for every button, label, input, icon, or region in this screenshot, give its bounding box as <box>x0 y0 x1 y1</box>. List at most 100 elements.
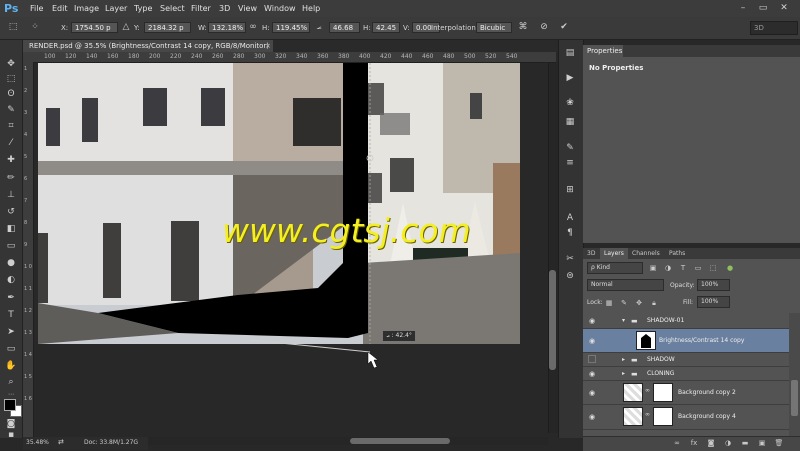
actions-play-icon[interactable]: ▶ <box>563 72 577 84</box>
link-layers-icon[interactable]: ∞ <box>671 437 683 449</box>
eyedropper-tool-icon[interactable]: ⁄ <box>4 137 18 150</box>
visibility-off-box[interactable] <box>588 355 596 363</box>
horizontal-scroll-thumb[interactable] <box>350 438 450 444</box>
cancel-transform-icon[interactable]: ⊘ <box>537 20 551 34</box>
vertical-ruler[interactable] <box>23 62 34 437</box>
lock-transparent-icon[interactable]: ▦ <box>604 298 614 308</box>
reference-point-icon[interactable]: ⁘ <box>28 20 42 34</box>
chain-link-icon[interactable]: ∞ <box>645 411 650 418</box>
horizontal-scrollbar[interactable] <box>148 437 548 445</box>
width-field[interactable]: 132.18% <box>208 22 246 33</box>
pen-tool-icon[interactable]: ✒ <box>4 292 18 305</box>
tools-icon[interactable]: ✂ <box>563 253 577 265</box>
new-group-icon[interactable]: ▬ <box>739 437 751 449</box>
workspace-select[interactable]: 3D <box>750 21 798 35</box>
clone-stamp-tool-icon[interactable]: ⊥ <box>4 189 18 202</box>
menu-window[interactable]: Window <box>264 0 296 17</box>
zoom-level[interactable]: 35.48% <box>26 438 49 448</box>
visibility-eye-icon[interactable]: ◉ <box>587 336 597 346</box>
lock-image-icon[interactable]: ✎ <box>619 298 629 308</box>
menu-file[interactable]: File <box>30 0 43 17</box>
document-tab[interactable]: RENDER.psd @ 35.5% (Brightness/Contrast … <box>23 40 273 62</box>
menu-view[interactable]: View <box>238 0 257 17</box>
menu-image[interactable]: Image <box>74 0 99 17</box>
close-window-button[interactable]: ✕ <box>776 1 792 15</box>
filter-shape-icon[interactable]: ▭ <box>692 263 704 273</box>
menu-help[interactable]: Help <box>302 0 320 17</box>
hand-tool-icon[interactable]: ✋ <box>4 360 18 373</box>
layer-row[interactable] <box>583 353 789 367</box>
healing-brush-tool-icon[interactable]: ✚ <box>4 154 18 167</box>
lock-position-icon[interactable]: ✥ <box>634 298 644 308</box>
tab-layers[interactable]: Layers <box>600 248 628 259</box>
layers-scrollbar[interactable] <box>789 313 800 436</box>
history-icon[interactable]: ▤ <box>563 47 577 59</box>
quick-select-tool-icon[interactable]: ✎ <box>4 104 18 117</box>
brush-settings-icon[interactable]: ✎ <box>563 142 577 154</box>
swatches-icon[interactable]: ❀ <box>563 97 577 109</box>
layers-scroll-thumb[interactable] <box>791 380 798 416</box>
history-brush-tool-icon[interactable]: ↺ <box>4 206 18 219</box>
commit-transform-icon[interactable]: ✔ <box>557 20 571 34</box>
y-field[interactable]: 2184.32 p <box>144 22 191 33</box>
fill-field[interactable]: 100% <box>697 296 730 308</box>
move-tool-icon[interactable]: ✥ <box>4 58 18 71</box>
visibility-eye-icon[interactable]: ◉ <box>587 388 597 398</box>
add-mask-icon[interactable]: ◙ <box>705 437 717 449</box>
foreground-color-swatch[interactable] <box>4 399 16 411</box>
brush-tool-icon[interactable]: ✏ <box>4 172 18 185</box>
adjustments-icon[interactable]: ≡ <box>563 157 577 169</box>
tab-3d[interactable]: 3D <box>583 248 599 259</box>
styles-icon[interactable]: ⊞ <box>563 184 577 196</box>
blend-mode-select[interactable]: Normal <box>587 279 664 291</box>
layer-style-icon[interactable]: fx <box>688 437 700 449</box>
path-selection-tool-icon[interactable]: ➤ <box>4 326 18 339</box>
opacity-field[interactable]: 100% <box>697 279 730 291</box>
new-adjustment-icon[interactable]: ◑ <box>722 437 734 449</box>
menu-edit[interactable]: Edit <box>52 0 68 17</box>
hskew-field[interactable]: 42.45 <box>372 22 400 33</box>
lasso-tool-icon[interactable]: ʘ <box>4 88 18 101</box>
paragraph-icon[interactable]: ¶ <box>563 227 577 239</box>
new-layer-icon[interactable]: ▣ <box>756 437 768 449</box>
layer-row[interactable] <box>583 313 789 329</box>
rectangle-tool-icon[interactable]: ▭ <box>4 343 18 356</box>
filter-toggle-icon[interactable]: ● <box>724 263 736 273</box>
filter-adjustment-icon[interactable]: ◑ <box>662 263 674 273</box>
menu-type[interactable]: Type <box>134 0 152 17</box>
height-field[interactable]: 119.45% <box>272 22 310 33</box>
filter-type-icon[interactable]: T <box>677 263 689 273</box>
warp-mode-icon[interactable]: ⌘ <box>516 20 530 34</box>
delete-layer-icon[interactable]: 🗑︎ <box>773 437 785 449</box>
x-field[interactable]: 1754.50 p <box>71 22 118 33</box>
eraser-tool-icon[interactable]: ◧ <box>4 223 18 236</box>
menu-filter[interactable]: Filter <box>191 0 211 17</box>
visibility-eye-icon[interactable]: ◉ <box>587 369 597 379</box>
marquee-tool-icon[interactable]: ⬚ <box>4 73 18 86</box>
link-icon[interactable]: ∞ <box>246 20 260 34</box>
restore-button[interactable]: ▭ <box>755 1 771 15</box>
crop-tool-icon[interactable]: ⌗ <box>4 120 18 133</box>
dodge-tool-icon[interactable]: ◐ <box>4 274 18 287</box>
filter-pixel-icon[interactable]: ▣ <box>647 263 659 273</box>
group-collapsed-chevron-icon[interactable]: ▸ <box>622 369 625 379</box>
interpolation-select[interactable]: Bicubic <box>476 22 512 33</box>
menu-3d[interactable]: 3D <box>219 0 230 17</box>
group-expanded-chevron-icon[interactable]: ▾ <box>622 316 625 326</box>
delta-icon[interactable]: △ <box>119 20 133 34</box>
blur-tool-icon[interactable]: ● <box>4 257 18 270</box>
transform-tool-icon[interactable]: ⬚ <box>6 20 20 34</box>
layer-row[interactable] <box>583 367 789 381</box>
gradient-tool-icon[interactable]: ▭ <box>4 240 18 253</box>
grid-icon[interactable]: ▦ <box>563 116 577 128</box>
tab-paths[interactable]: Paths <box>665 248 689 259</box>
lock-all-icon[interactable]: 🔒︎ <box>649 298 659 308</box>
visibility-eye-icon[interactable]: ◉ <box>587 316 597 326</box>
menu-select[interactable]: Select <box>160 0 185 17</box>
minimize-button[interactable]: – <box>735 1 751 15</box>
vertical-scrollbar[interactable] <box>548 63 558 433</box>
filter-smart-icon[interactable]: ⬚ <box>707 263 719 273</box>
angle-field[interactable]: 46.68 <box>329 22 360 33</box>
horizontal-ruler[interactable] <box>23 52 556 63</box>
layer-filter-select[interactable]: ρ Kind <box>587 262 643 274</box>
